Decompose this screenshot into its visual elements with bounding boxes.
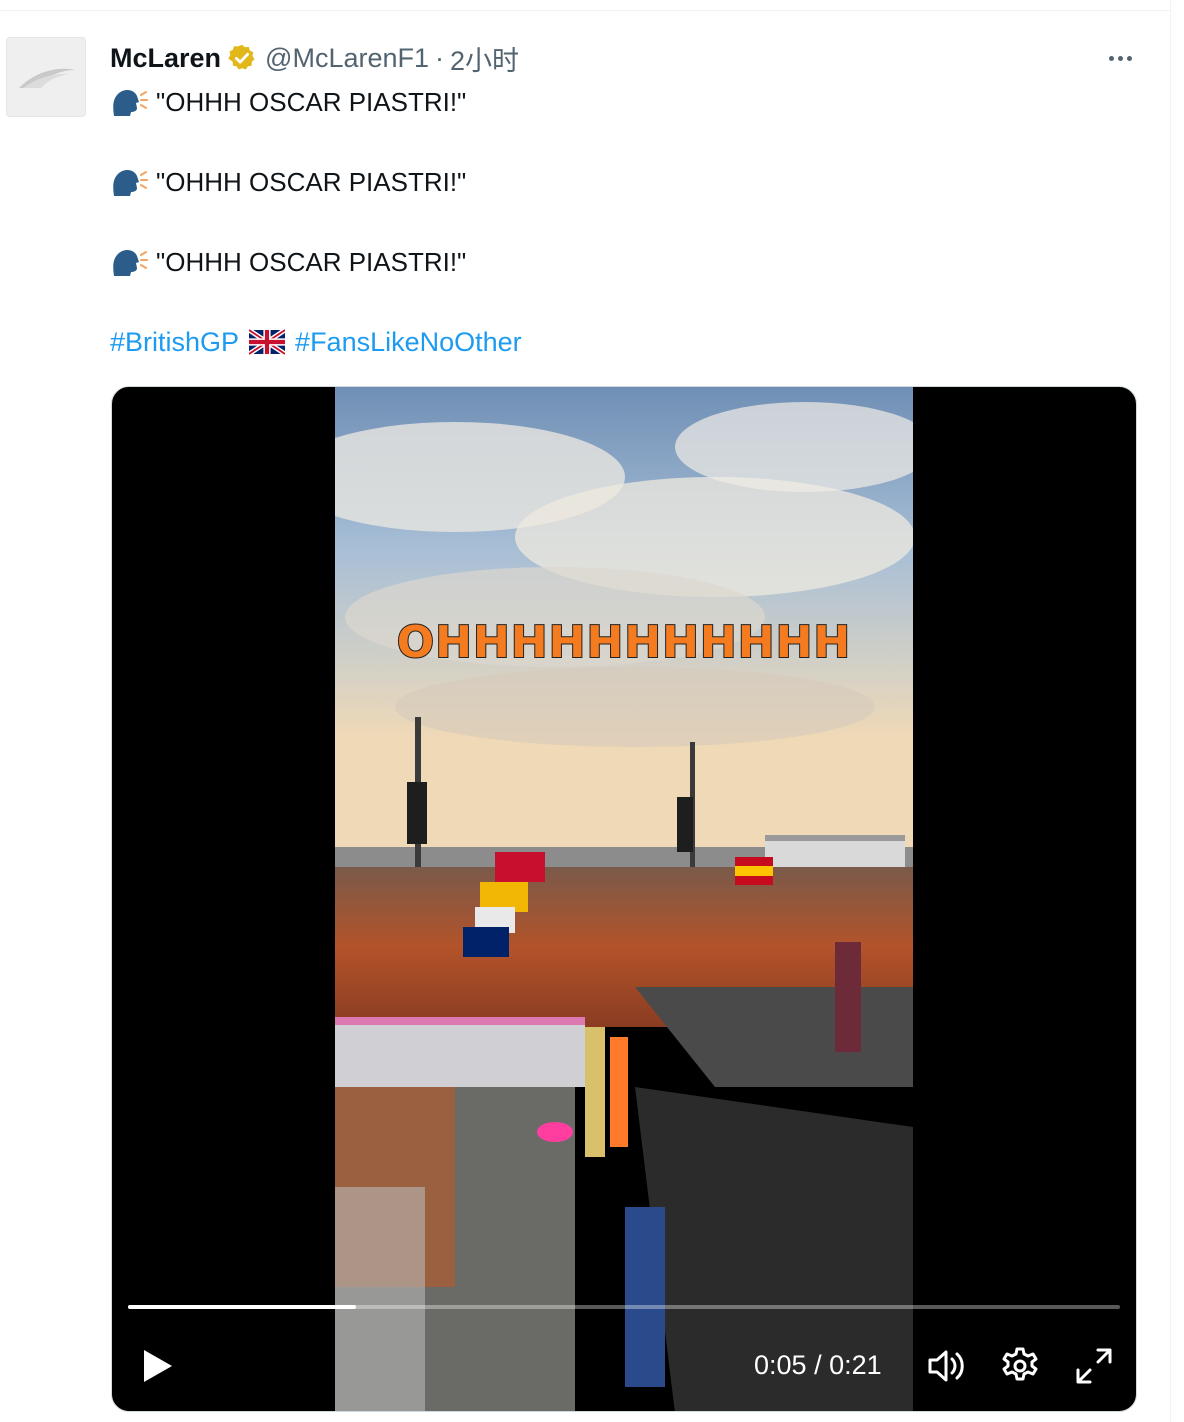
current-time: 0:05 (754, 1350, 807, 1380)
speaking-head-icon (113, 90, 148, 116)
time-separator: / (806, 1350, 830, 1380)
hashtag-link[interactable]: #BritishGP (110, 327, 239, 358)
video-timecode: 0:05 / 0:21 (754, 1350, 882, 1381)
video-player[interactable]: OHHHHHHHHHHH 0:05 / 0:21 (111, 386, 1137, 1412)
verified-badge-icon (228, 44, 255, 70)
hashtags-row: #BritishGP #FansLikeNoOther (110, 323, 522, 361)
video-still-image (335, 387, 913, 1411)
post-time[interactable]: 2小时 (450, 39, 519, 78)
more-options-icon[interactable] (1098, 44, 1142, 72)
video-caption: OHHHHHHHHHHH (396, 616, 852, 669)
tweet-line-1: "OHHH OSCAR PIASTRI!" (110, 84, 466, 120)
top-divider (0, 10, 1170, 11)
video-frame[interactable]: OHHHHHHHHHHH (335, 387, 913, 1411)
video-controls: 0:05 / 0:21 (112, 1332, 1136, 1402)
avatar[interactable] (6, 37, 86, 117)
tweet-line-text: "OHHH OSCAR PIASTRI!" (156, 86, 467, 117)
volume-icon[interactable] (926, 1346, 968, 1386)
author-handle[interactable]: @McLarenF1 (265, 43, 429, 74)
speaking-head-icon (113, 250, 148, 276)
tweet-line-text: "OHHH OSCAR PIASTRI!" (156, 246, 467, 277)
right-divider (1170, 0, 1171, 1422)
play-icon[interactable] (136, 1344, 176, 1388)
hashtag-link[interactable]: #FansLikeNoOther (295, 327, 522, 358)
settings-gear-icon[interactable] (1000, 1346, 1040, 1386)
speaking-head-icon (113, 170, 148, 196)
tweet-line-2: "OHHH OSCAR PIASTRI!" (110, 164, 466, 200)
author-name[interactable]: McLaren (110, 43, 221, 74)
mclaren-logo-icon (19, 68, 75, 88)
tweet-header: McLaren @McLarenF1 · 2小时 (110, 40, 519, 76)
fullscreen-icon[interactable] (1074, 1346, 1114, 1386)
tweet-line-3: "OHHH OSCAR PIASTRI!" (110, 244, 466, 280)
duration: 0:21 (829, 1350, 882, 1380)
tweet-line-text: "OHHH OSCAR PIASTRI!" (156, 166, 467, 197)
video-progress-bar[interactable] (128, 1305, 1120, 1309)
video-progress-fill (128, 1305, 357, 1309)
uk-flag-icon (249, 329, 286, 355)
header-separator: · (435, 42, 445, 73)
